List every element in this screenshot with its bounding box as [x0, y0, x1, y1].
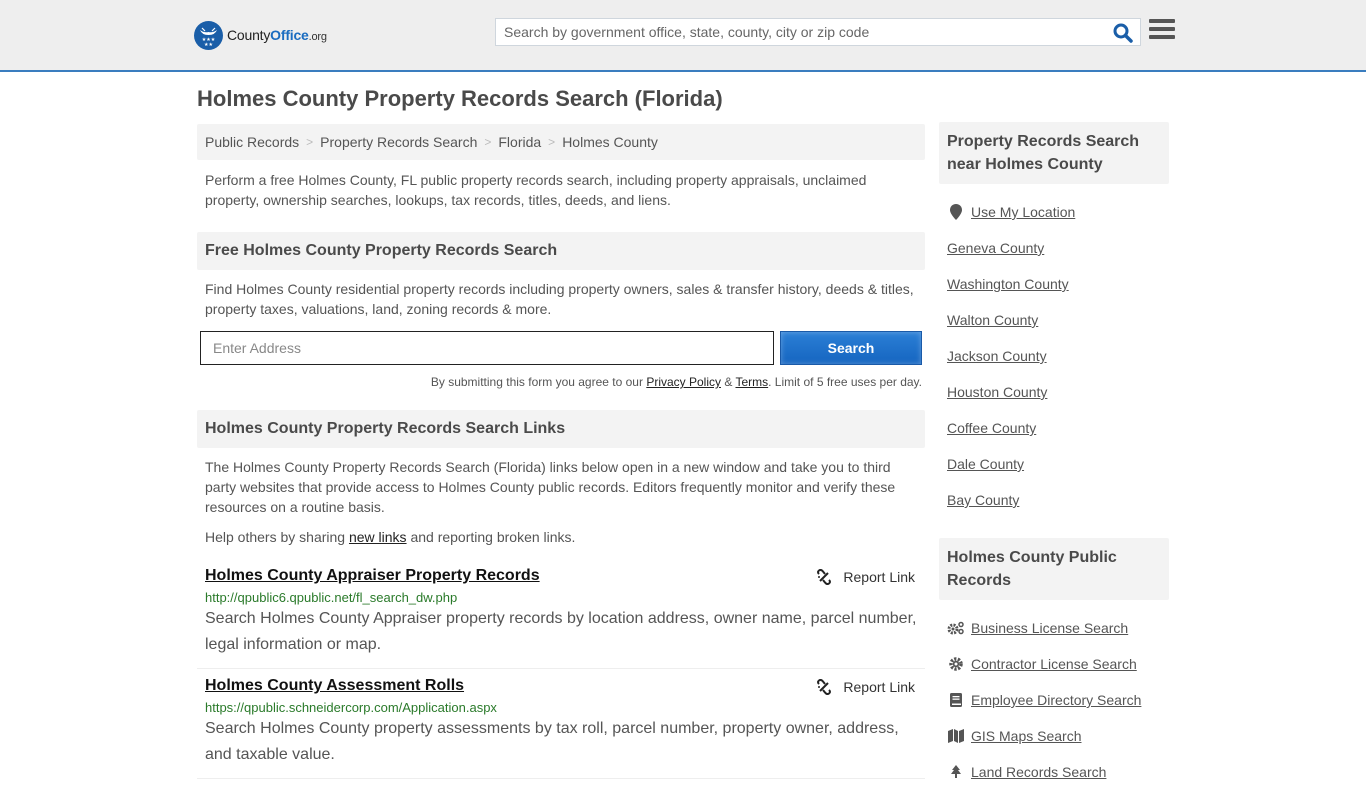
breadcrumb-separator: >: [484, 135, 492, 149]
employee-directory-search-link[interactable]: Employee Directory Search: [971, 692, 1141, 708]
main-content: Public Records > Property Records Search…: [197, 124, 925, 779]
menu-icon[interactable]: [1149, 19, 1175, 43]
breadcrumb-property-records-search[interactable]: Property Records Search: [320, 134, 477, 150]
link-item: Holmes County Appraiser Property Records…: [197, 559, 925, 669]
nearby-county-item: Houston County: [939, 374, 1169, 410]
county-link-walton[interactable]: Walton County: [947, 312, 1038, 328]
county-link-jackson[interactable]: Jackson County: [947, 348, 1047, 364]
gear-icon: [947, 657, 965, 671]
broken-link-icon: [817, 569, 832, 585]
privacy-policy-link[interactable]: Privacy Policy: [646, 375, 721, 389]
site-search-input[interactable]: [496, 19, 1106, 45]
tree-icon: [947, 765, 965, 779]
links-section-heading: Holmes County Property Records Search Li…: [197, 410, 925, 448]
site-search: [495, 18, 1141, 46]
report-link-button[interactable]: Report Link: [816, 569, 915, 585]
land-records-search-link[interactable]: Land Records Search: [971, 764, 1106, 780]
help-text: Help others by sharing new links and rep…: [205, 529, 576, 545]
link-list: Holmes County Appraiser Property Records…: [197, 559, 925, 779]
terms-link[interactable]: Terms: [735, 375, 768, 389]
book-icon: [947, 693, 965, 707]
public-records-list: Business License Search Contractor Licen…: [939, 610, 1169, 790]
nearby-county-item: Coffee County: [939, 410, 1169, 446]
form-disclaimer: By submitting this form you agree to our…: [430, 375, 922, 389]
search-icon[interactable]: [1112, 22, 1134, 44]
nearby-county-item: Washington County: [939, 266, 1169, 302]
new-links-link[interactable]: new links: [349, 529, 407, 545]
page-title: Holmes County Property Records Search (F…: [197, 86, 723, 111]
links-section-description: The Holmes County Property Records Searc…: [205, 459, 896, 515]
free-search-heading: Free Holmes County Property Records Sear…: [197, 232, 925, 270]
county-link-washington[interactable]: Washington County: [947, 276, 1069, 292]
link-description: Search Holmes County Appraiser property …: [205, 610, 917, 653]
address-search-button[interactable]: Search: [780, 331, 922, 365]
business-license-search-link[interactable]: Business License Search: [971, 620, 1128, 636]
public-record-item: Land Records Search: [939, 754, 1169, 790]
county-link-dale[interactable]: Dale County: [947, 456, 1024, 472]
nearby-county-item: Dale County: [939, 446, 1169, 482]
svg-text:★★: ★★: [204, 42, 213, 48]
county-link-houston[interactable]: Houston County: [947, 384, 1047, 400]
logo-text: CountyOffice.org: [227, 27, 327, 43]
link-url: http://qpublic6.qpublic.net/fl_search_dw…: [205, 590, 458, 605]
public-records-heading: Holmes County Public Records: [939, 538, 1169, 600]
breadcrumb-holmes-county[interactable]: Holmes County: [562, 134, 658, 150]
address-input[interactable]: [200, 331, 774, 365]
use-location-item: Use My Location: [939, 194, 1169, 230]
broken-link-icon: [817, 679, 832, 695]
gis-maps-search-link[interactable]: GIS Maps Search: [971, 728, 1082, 744]
public-record-item: Contractor License Search: [939, 646, 1169, 682]
public-record-item: Employee Directory Search: [939, 682, 1169, 718]
public-record-item: Business License Search: [939, 610, 1169, 646]
link-title[interactable]: Holmes County Assessment Rolls: [205, 677, 464, 695]
public-record-item: GIS Maps Search: [939, 718, 1169, 754]
site-logo[interactable]: ★★★ ★★ CountyOffice.org: [194, 20, 327, 50]
nearby-list: Use My Location Geneva County Washington…: [939, 194, 1169, 518]
breadcrumb-public-records[interactable]: Public Records: [205, 134, 299, 150]
breadcrumb-separator: >: [306, 135, 314, 149]
map-icon: [947, 729, 965, 743]
breadcrumb-florida[interactable]: Florida: [498, 134, 541, 150]
cogs-icon: [947, 621, 965, 635]
use-my-location-link[interactable]: Use My Location: [971, 204, 1075, 220]
breadcrumb-separator: >: [548, 135, 556, 149]
county-link-bay[interactable]: Bay County: [947, 492, 1019, 508]
link-item: Holmes County Assessment Rolls Report Li…: [197, 669, 925, 779]
nearby-county-item: Jackson County: [939, 338, 1169, 374]
link-description: Search Holmes County property assessment…: [205, 720, 899, 763]
county-link-geneva[interactable]: Geneva County: [947, 240, 1044, 256]
county-link-coffee[interactable]: Coffee County: [947, 420, 1036, 436]
intro-text: Perform a free Holmes County, FL public …: [205, 172, 867, 208]
site-header: ★★★ ★★ CountyOffice.org: [0, 0, 1366, 72]
report-link-button[interactable]: Report Link: [816, 679, 915, 695]
address-search-form: Search: [197, 331, 925, 367]
nearby-county-item: Bay County: [939, 482, 1169, 518]
free-search-description: Find Holmes County residential property …: [205, 281, 914, 317]
nearby-county-item: Walton County: [939, 302, 1169, 338]
map-marker-icon: [947, 204, 965, 220]
eagle-emblem-icon: ★★★ ★★: [194, 20, 223, 50]
link-title[interactable]: Holmes County Appraiser Property Records: [205, 567, 540, 585]
breadcrumb: Public Records > Property Records Search…: [197, 124, 925, 160]
contractor-license-search-link[interactable]: Contractor License Search: [971, 656, 1137, 672]
sidebar: Property Records Search near Holmes Coun…: [939, 122, 1169, 790]
nearby-heading: Property Records Search near Holmes Coun…: [939, 122, 1169, 184]
nearby-county-item: Geneva County: [939, 230, 1169, 266]
link-url: https://qpublic.schneidercorp.com/Applic…: [205, 700, 497, 715]
